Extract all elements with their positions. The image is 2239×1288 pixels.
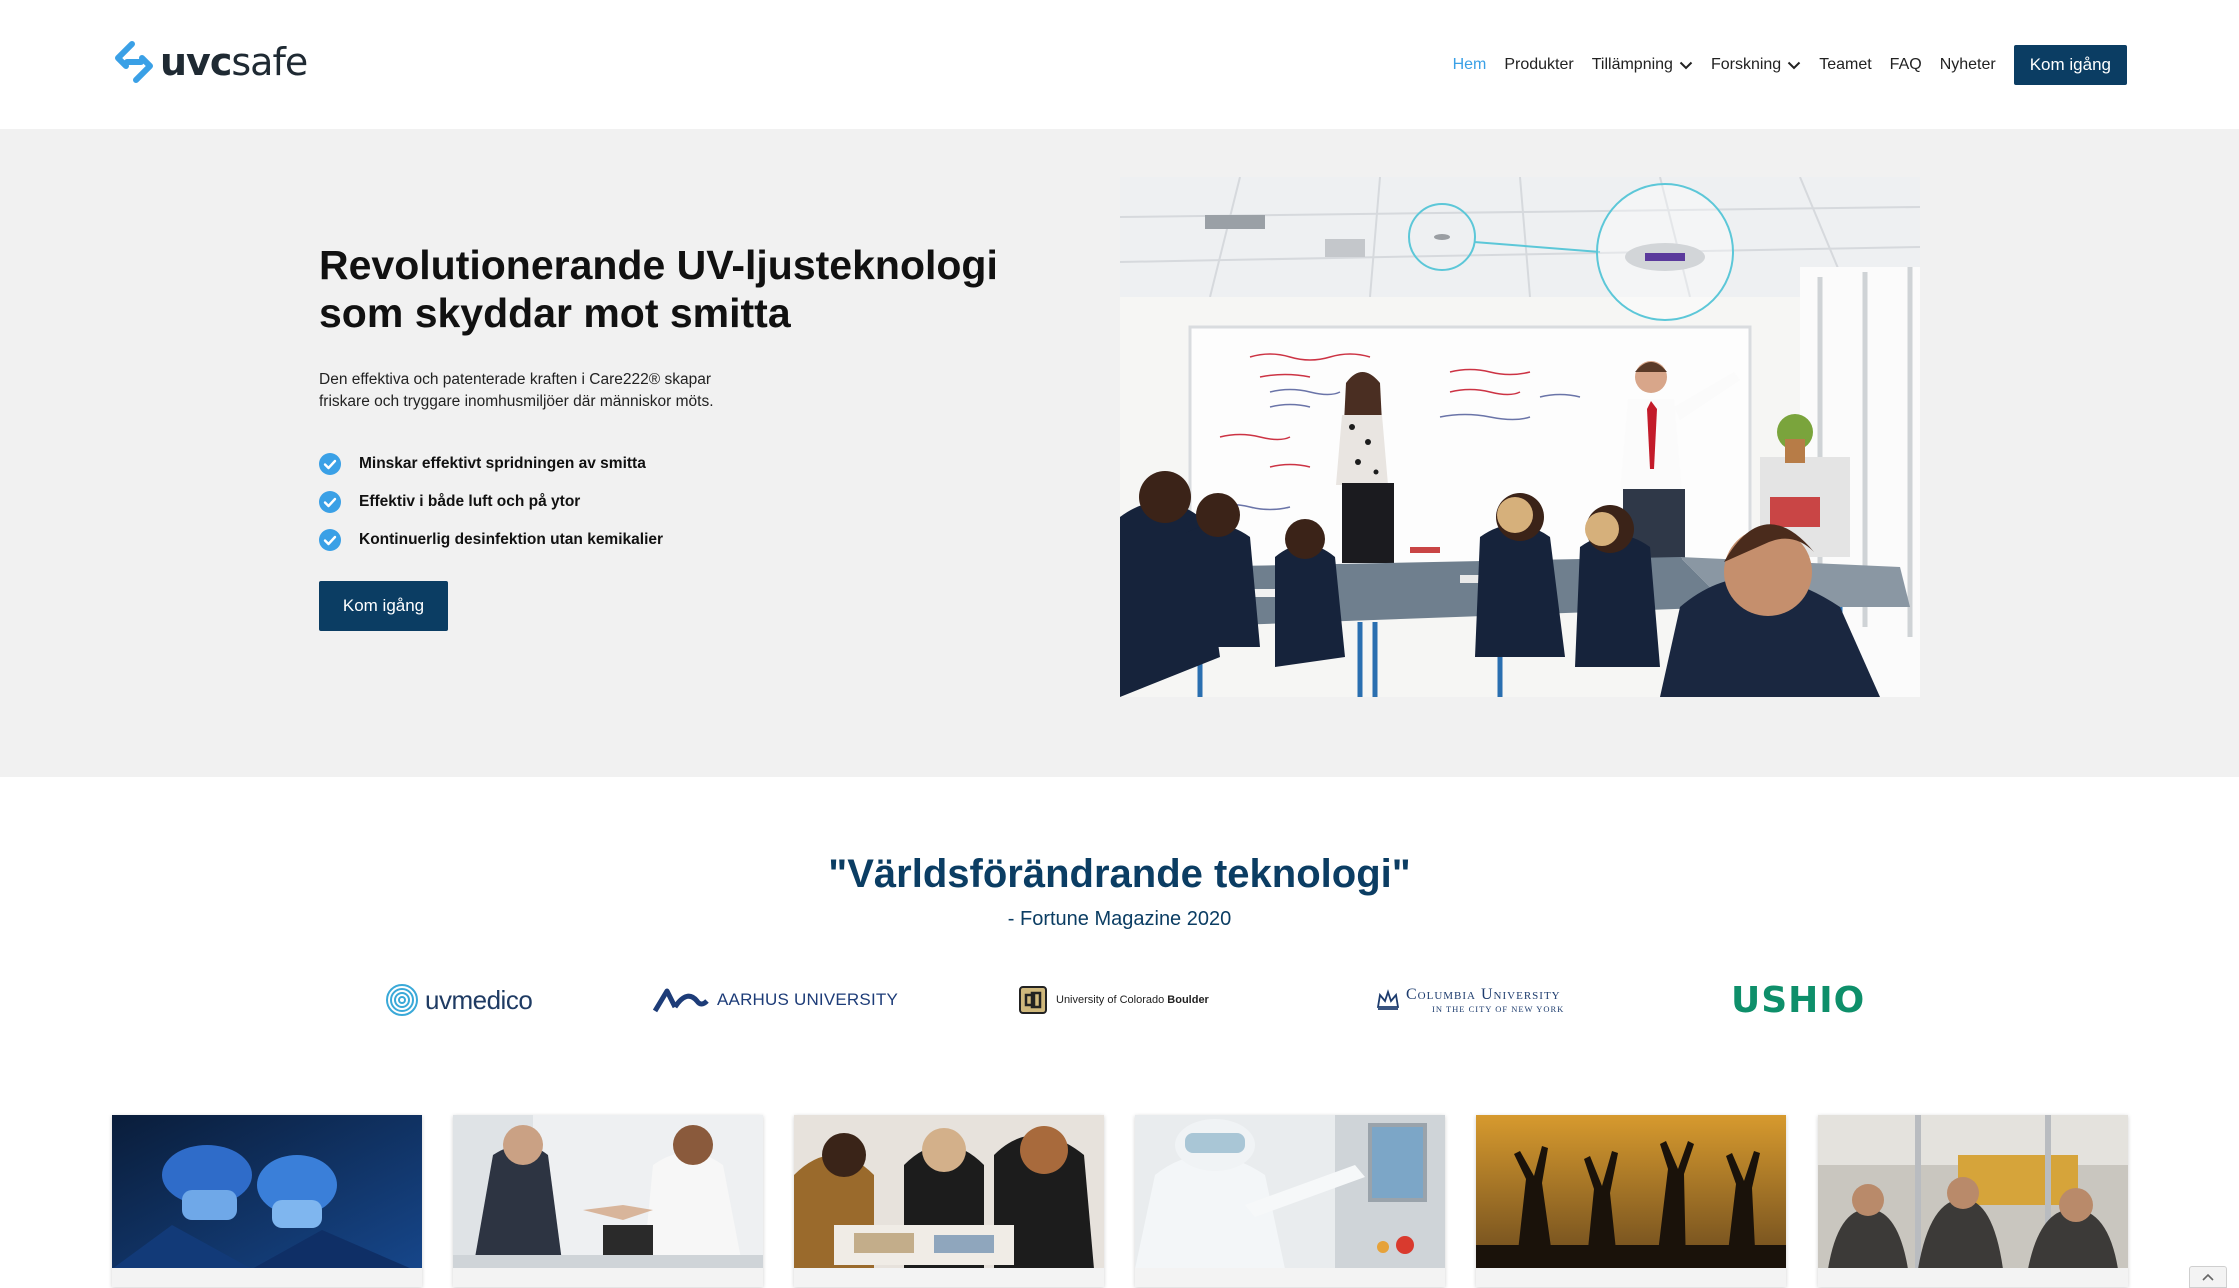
- surgeons-icon: [112, 1115, 422, 1269]
- uvmedico-logo: uvmedico: [385, 975, 533, 1025]
- nav-item-label: Tillämpning: [1591, 56, 1673, 73]
- classroom-image: [1120, 177, 1920, 697]
- benefit-list: Minskar effektivt spridningen av smitta …: [319, 445, 663, 559]
- colorado-boulder-logo: University of Colorado Boulder: [1018, 975, 1209, 1025]
- benefit-item: Minskar effektivt spridningen av smitta: [319, 445, 663, 483]
- benefit-item: Kontinuerlig desinfektion utan kemikalie…: [319, 521, 663, 559]
- nav-item-faq[interactable]: FAQ: [1890, 56, 1922, 74]
- checkmark-circle-icon: [319, 491, 341, 513]
- columbia-university-logo: Columbia University IN THE CITY OF NEW Y…: [1376, 975, 1564, 1025]
- nav-item-forskning[interactable]: Forskning: [1711, 56, 1801, 74]
- application-cards: [112, 1115, 2128, 1287]
- checkmark-circle-icon: [319, 453, 341, 475]
- card-surgeons[interactable]: [112, 1115, 422, 1287]
- card-transport[interactable]: [1818, 1115, 2128, 1287]
- aarhus-wave-icon: [653, 988, 709, 1013]
- logo-text: uvcsafe: [160, 40, 308, 84]
- main-nav: Hem Produkter Tillämpning Forskning Team…: [1435, 45, 2127, 85]
- nav-item-label: Forskning: [1710, 56, 1782, 73]
- card-school[interactable]: [794, 1115, 1104, 1287]
- nav-item-nyheter[interactable]: Nyheter: [1940, 56, 1996, 74]
- checkmark-circle-icon: [319, 529, 341, 551]
- chevron-down-icon: [1679, 61, 1693, 69]
- benefit-text: Kontinuerlig desinfektion utan kemikalie…: [359, 531, 664, 548]
- nav-item-tillampning[interactable]: Tillämpning: [1592, 56, 1693, 74]
- site-header: uvcsafe Hem Produkter Tillämpning Forskn…: [0, 0, 2239, 129]
- card-events[interactable]: [1476, 1115, 1786, 1287]
- lab-worker-icon: [1135, 1115, 1445, 1269]
- partner-logos: uvmedico AARHUS UNIVERSITY University of…: [0, 975, 2239, 1025]
- chevron-down-icon: [1787, 61, 1801, 69]
- commuters-icon: [1818, 1115, 2128, 1269]
- benefit-item: Effektiv i både luft och på ytor: [319, 483, 663, 521]
- quote-title: "Världsförändrande teknologi": [828, 852, 1411, 896]
- students-icon: [794, 1115, 1104, 1269]
- card-office[interactable]: [453, 1115, 763, 1287]
- aarhus-university-logo: AARHUS UNIVERSITY: [653, 975, 898, 1025]
- hero-description: Den effektiva och patenterade kraften i …: [319, 371, 714, 410]
- ushio-logo: USHIO: [1731, 979, 1866, 1021]
- hero-section: Revolutionerande UV-ljusteknologi som sk…: [0, 129, 2239, 777]
- hero-title: Revolutionerande UV-ljusteknologi som sk…: [319, 241, 1019, 337]
- nav-get-started-button[interactable]: Kom igång: [2013, 45, 2127, 85]
- concert-crowd-icon: [1476, 1115, 1786, 1269]
- quote-source: - Fortune Magazine 2020: [1007, 908, 1232, 930]
- nav-item-teamet[interactable]: Teamet: [1819, 56, 1871, 74]
- uvmedico-fingerprint-icon: [386, 984, 418, 1016]
- uvcsafe-logo[interactable]: uvcsafe: [112, 40, 308, 84]
- hero-title-line-1: Revolutionerande UV-ljusteknologi: [319, 242, 998, 288]
- scroll-to-top-button[interactable]: [2189, 1266, 2227, 1288]
- hero-get-started-button[interactable]: Kom igång: [319, 581, 448, 631]
- hero-title-line-2: som skyddar mot smitta: [319, 290, 791, 336]
- uvcsafe-logo-icon: [115, 41, 153, 83]
- benefit-text: Effektiv i både luft och på ytor: [359, 493, 581, 510]
- handshake-icon: [453, 1115, 763, 1269]
- classroom-illustration: [1120, 177, 1920, 697]
- cu-shield-icon: [1019, 986, 1047, 1014]
- chevron-up-icon: [2202, 1273, 2214, 1281]
- crown-icon: [1376, 989, 1400, 1010]
- card-lab[interactable]: [1135, 1115, 1445, 1287]
- nav-item-hem[interactable]: Hem: [1453, 56, 1487, 74]
- benefit-text: Minskar effektivt spridningen av smitta: [359, 455, 646, 472]
- nav-item-produkter[interactable]: Produkter: [1504, 56, 1573, 74]
